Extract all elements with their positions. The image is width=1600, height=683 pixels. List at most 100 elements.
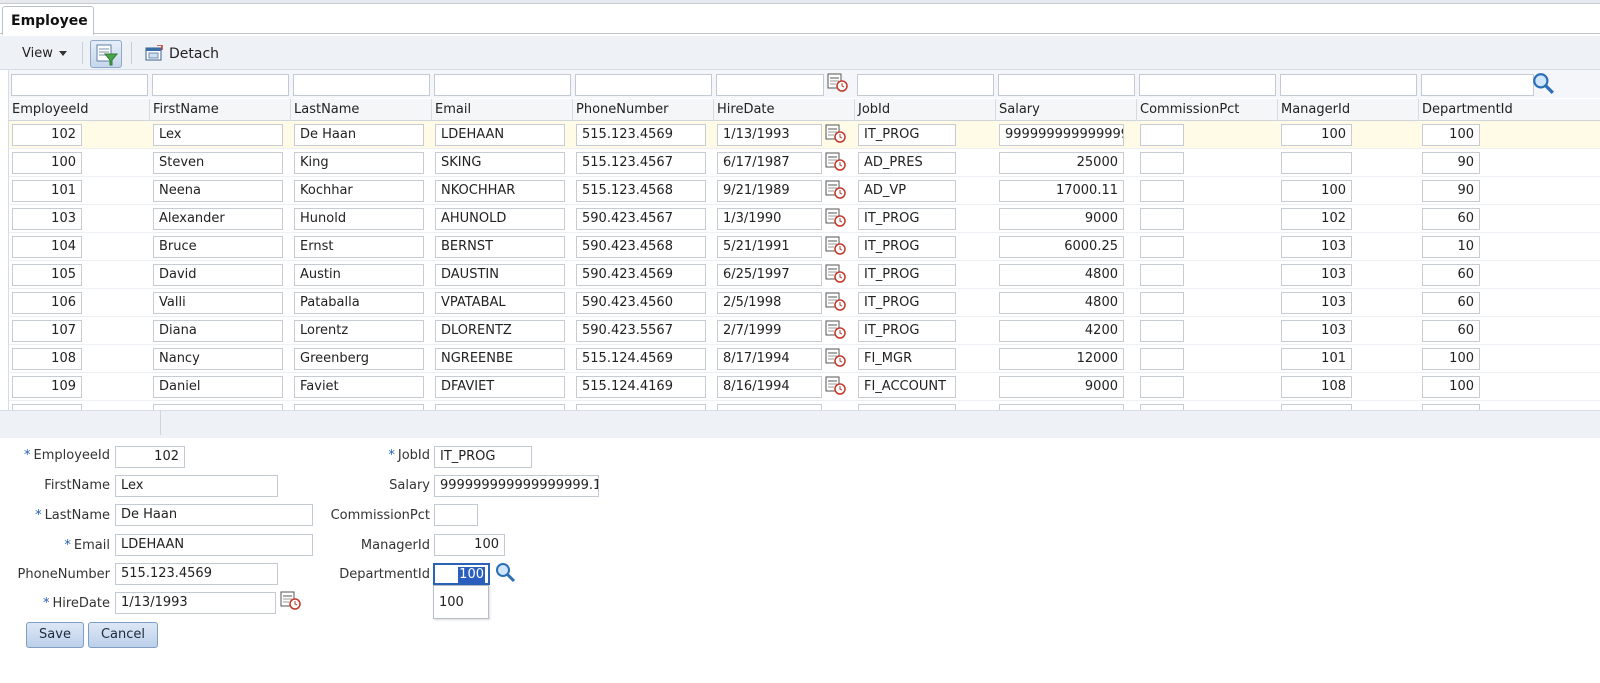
cell-hire-date[interactable]: 6/25/1997 [717, 264, 822, 286]
filter-employee-id-input[interactable] [11, 74, 148, 96]
cell-hire-date[interactable]: 2/5/1998 [717, 292, 822, 314]
filter-manager-id-input[interactable] [1280, 74, 1417, 96]
employee-id-field[interactable]: 102 [115, 446, 185, 468]
cell-hire-date[interactable]: 9/21/1989 [717, 180, 822, 202]
cell-first-name[interactable]: Steven [153, 152, 283, 174]
search-icon[interactable] [494, 561, 516, 583]
column-header-commission-pct[interactable]: CommissionPct [1140, 102, 1239, 117]
table-row[interactable]: 109 Daniel Faviet DFAVIET 515.124.4169 8/16/1… [9, 373, 1600, 401]
hire-date-field[interactable]: 1/13/1993 [115, 592, 276, 614]
cell-last-name[interactable]: Faviet [294, 376, 424, 398]
cell-first-name[interactable]: Nancy [153, 348, 283, 370]
table-scroll-area[interactable] [0, 410, 1600, 438]
calendar-icon[interactable] [825, 207, 847, 227]
tab-employee[interactable]: Employee [2, 6, 94, 35]
filter-commission-pct-input[interactable] [1139, 74, 1276, 96]
cell-commission-pct[interactable] [1140, 376, 1184, 398]
column-header-phone-number[interactable]: PhoneNumber [576, 102, 669, 117]
cell-hire-date[interactable]: 6/17/1987 [717, 152, 822, 174]
calendar-icon[interactable] [825, 291, 847, 311]
filter-first-name-input[interactable] [152, 74, 289, 96]
cell-last-name[interactable]: De Haan [294, 124, 424, 146]
column-header-department-id[interactable]: DepartmentId [1422, 102, 1513, 117]
cell-first-name[interactable]: Neena [153, 180, 283, 202]
cell-manager-id[interactable]: 103 [1281, 320, 1352, 342]
cell-phone-number[interactable]: 515.123.4567 [576, 152, 706, 174]
cell-email[interactable]: NGREENBE [435, 348, 565, 370]
cell-salary[interactable]: 4800 [999, 264, 1124, 286]
cell-commission-pct[interactable] [1140, 152, 1184, 174]
cell-salary[interactable]: 9000 [999, 376, 1124, 398]
cell-job-id[interactable]: FI_ACCOUNT [858, 376, 956, 398]
cell-last-name[interactable]: Pataballa [294, 292, 424, 314]
cell-hire-date[interactable]: 1/3/1990 [717, 208, 822, 230]
cell-employee-id[interactable]: 107 [12, 320, 82, 342]
table-row[interactable]: 107 Diana Lorentz DLORENTZ 590.423.5567 2/7/1… [9, 317, 1600, 345]
column-header-first-name[interactable]: FirstName [153, 102, 219, 117]
cell-job-id[interactable]: IT_PROG [858, 124, 956, 146]
table-row[interactable]: 104 Bruce Ernst BERNST 590.423.4568 5/21/1991… [9, 233, 1600, 261]
calendar-icon[interactable] [825, 375, 847, 395]
cell-hire-date[interactable]: 8/16/1994 [717, 376, 822, 398]
filter-phone-number-input[interactable] [575, 74, 712, 96]
cell-hire-date[interactable]: 2/7/1999 [717, 320, 822, 342]
table-row[interactable]: 100 Steven King SKING 515.123.4567 6/17/1987 A… [9, 149, 1600, 177]
cell-salary[interactable]: 12000 [999, 348, 1124, 370]
cell-department-id[interactable]: 100 [1422, 376, 1480, 398]
filter-department-id-input[interactable] [1421, 74, 1534, 96]
cell-first-name[interactable]: David [153, 264, 283, 286]
cell-job-id[interactable]: IT_PROG [858, 292, 956, 314]
cell-employee-id[interactable]: 102 [12, 124, 82, 146]
cell-last-name[interactable]: King [294, 152, 424, 174]
filter-calendar-icon[interactable] [827, 72, 849, 92]
cell-department-id[interactable]: 90 [1422, 180, 1480, 202]
cell-email[interactable]: BERNST [435, 236, 565, 258]
cell-email[interactable]: NKOCHHAR [435, 180, 565, 202]
cell-manager-id[interactable] [1281, 152, 1352, 174]
calendar-icon[interactable] [825, 151, 847, 171]
cell-employee-id[interactable]: 108 [12, 348, 82, 370]
cell-employee-id[interactable]: 105 [12, 264, 82, 286]
cell-job-id[interactable]: IT_PROG [858, 208, 956, 230]
cell-manager-id[interactable]: 100 [1281, 124, 1352, 146]
calendar-icon[interactable] [825, 179, 847, 199]
cell-email[interactable]: DFAVIET [435, 376, 565, 398]
table-row[interactable]: 106 Valli Pataballa VPATABAL 590.423.4560 2/5… [9, 289, 1600, 317]
cell-last-name[interactable]: Kochhar [294, 180, 424, 202]
cell-phone-number[interactable]: 515.124.4569 [576, 348, 706, 370]
cell-last-name[interactable]: Greenberg [294, 348, 424, 370]
cell-commission-pct[interactable] [1140, 180, 1184, 202]
cell-commission-pct[interactable] [1140, 320, 1184, 342]
cell-salary[interactable]: 17000.11 [999, 180, 1124, 202]
table-row[interactable]: 103 Alexander Hunold AHUNOLD 590.423.4567 1/3… [9, 205, 1600, 233]
cell-department-id[interactable]: 10 [1422, 236, 1480, 258]
cell-manager-id[interactable]: 103 [1281, 292, 1352, 314]
calendar-icon[interactable] [825, 319, 847, 339]
cell-email[interactable]: DLORENTZ [435, 320, 565, 342]
cell-salary[interactable]: 25000 [999, 152, 1124, 174]
cell-job-id[interactable]: FI_MGR [858, 348, 956, 370]
filter-last-name-input[interactable] [293, 74, 430, 96]
cell-salary[interactable]: 9000 [999, 208, 1124, 230]
job-id-field[interactable]: IT_PROG [434, 446, 532, 468]
table-row[interactable]: 108 Nancy Greenberg NGREENBE 515.124.4569 8/1… [9, 345, 1600, 373]
cell-email[interactable]: DAUSTIN [435, 264, 565, 286]
email-field[interactable]: LDEHAAN [115, 534, 313, 556]
calendar-icon[interactable] [825, 347, 847, 367]
cell-hire-date[interactable]: 8/17/1994 [717, 348, 822, 370]
cell-manager-id[interactable]: 102 [1281, 208, 1352, 230]
phone-field[interactable]: 515.123.4569 [115, 563, 278, 585]
last-name-field[interactable]: De Haan [115, 504, 313, 526]
column-header-salary[interactable]: Salary [999, 102, 1040, 117]
salary-field[interactable]: 999999999999999999.1 [434, 475, 599, 497]
cell-manager-id[interactable]: 103 [1281, 236, 1352, 258]
search-icon[interactable] [1531, 71, 1555, 95]
cell-commission-pct[interactable] [1140, 236, 1184, 258]
cell-manager-id[interactable]: 103 [1281, 264, 1352, 286]
calendar-icon[interactable] [825, 263, 847, 283]
detach-button[interactable]: Detach [169, 46, 219, 62]
cell-email[interactable]: VPATABAL [435, 292, 565, 314]
cell-job-id[interactable]: AD_PRES [858, 152, 956, 174]
cell-manager-id[interactable]: 108 [1281, 376, 1352, 398]
cell-first-name[interactable]: Alexander [153, 208, 283, 230]
